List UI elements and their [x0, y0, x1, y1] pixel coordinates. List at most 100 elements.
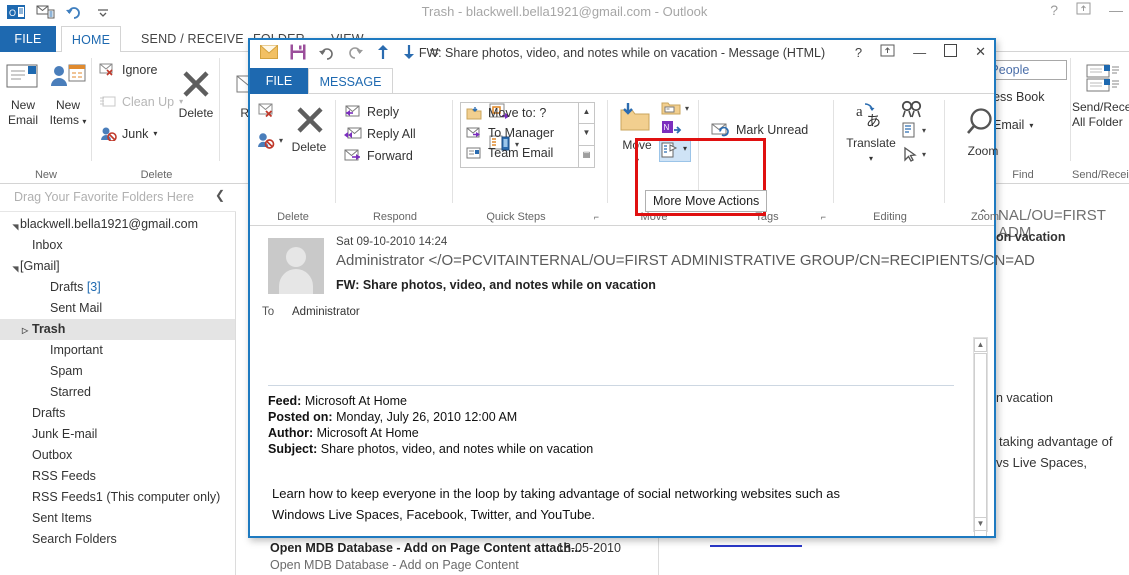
- quicksteps-scroll-up-icon[interactable]: ▲: [579, 103, 594, 125]
- move-to-folder-icon: [466, 107, 482, 120]
- message-header: Sat 09-10-2010 14:24 Administrator </O=P…: [250, 226, 1035, 333]
- body-feed-value: Microsoft At Home: [304, 394, 407, 408]
- new-items-label-2: Items ▾: [49, 113, 87, 127]
- related-icon[interactable]: ▾: [901, 122, 926, 139]
- ribbon-display-options-icon[interactable]: [1076, 2, 1091, 18]
- message-date: Sat 09-10-2010 14:24: [336, 236, 448, 248]
- nav-item-trash[interactable]: ▷ Trash: [0, 319, 235, 340]
- scroll-up-icon[interactable]: ▲: [974, 338, 987, 352]
- rules-icon[interactable]: ▾: [661, 100, 689, 116]
- nav-item-search-folders[interactable]: Search Folders: [0, 529, 235, 550]
- tab-send-receive[interactable]: SEND / RECEIVE: [128, 26, 257, 52]
- new-email-button[interactable]: New Email: [2, 60, 44, 128]
- reply-button[interactable]: Reply: [343, 104, 399, 119]
- tags-dialog-launcher-icon[interactable]: ⌐: [821, 212, 826, 222]
- message-tab-file[interactable]: FILE: [250, 68, 308, 94]
- nav-item-label: Starred: [50, 385, 91, 399]
- nav-item-blackwell-bella1921-gmail-com[interactable]: ◢blackwell.bella1921@gmail.com: [0, 214, 235, 235]
- ribbon-display-options-icon[interactable]: [880, 44, 895, 60]
- scroll-thumb[interactable]: [974, 353, 987, 536]
- quicksteps-more-icon[interactable]: ▤: [579, 146, 594, 167]
- quickstep-team-email[interactable]: Team Email: [461, 143, 578, 163]
- quicksteps-scroll-down-icon[interactable]: ▼: [579, 124, 594, 146]
- close-icon[interactable]: ✕: [975, 44, 986, 60]
- translate-button[interactable]: aあ Translate ▾: [843, 100, 899, 166]
- maximize-icon[interactable]: [944, 44, 958, 60]
- body-posted-row: Posted on: Monday, July 26, 2010 12:00 A…: [268, 410, 517, 424]
- body-feed-label: Feed:: [268, 394, 302, 408]
- nav-item-spam[interactable]: Spam: [0, 361, 235, 382]
- quickstep-move-to[interactable]: Move to: ?: [461, 103, 578, 123]
- minimize-icon[interactable]: —: [1109, 2, 1123, 18]
- nav-item-drafts[interactable]: Drafts [3]: [0, 277, 235, 298]
- nav-item-sent-mail[interactable]: Sent Mail: [0, 298, 235, 319]
- find-icon[interactable]: [901, 100, 923, 123]
- nav-item-important[interactable]: Important: [0, 340, 235, 361]
- msg-delete-button[interactable]: Delete: [283, 104, 335, 155]
- ignore-button[interactable]: Ignore: [99, 62, 157, 77]
- minimize-icon[interactable]: —: [913, 45, 926, 60]
- chevron-down-icon[interactable]: ◢: [5, 221, 26, 230]
- nav-item-drafts[interactable]: Drafts: [0, 403, 235, 424]
- to-label: To: [262, 306, 275, 318]
- to-value[interactable]: Administrator: [292, 306, 360, 318]
- nav-item-label: Sent Items: [32, 511, 92, 525]
- nav-item-junk-e-mail[interactable]: Junk E-mail: [0, 424, 235, 445]
- nav-item-label: Sent Mail: [50, 301, 103, 315]
- collapse-pane-icon[interactable]: ❮: [215, 188, 225, 202]
- mark-unread-label: Mark Unread: [736, 123, 809, 137]
- select-icon[interactable]: ▾: [901, 146, 926, 163]
- nav-item-rss-feeds1-this-computer-only[interactable]: RSS Feeds1 (This computer only): [0, 487, 235, 508]
- msg-group-label-quicksteps: Quick Steps: [486, 211, 546, 223]
- nav-item-outbox[interactable]: Outbox: [0, 445, 235, 466]
- reply-all-button[interactable]: Reply All: [343, 126, 416, 141]
- reply-label: Reply: [367, 104, 399, 119]
- navigation-pane: ◢blackwell.bella1921@gmail.com Inbox ◢[Gma…: [0, 212, 236, 575]
- junk-icon[interactable]: ▾: [256, 132, 283, 149]
- nav-item-sent-items[interactable]: Sent Items: [0, 508, 235, 529]
- nav-item-label: Drafts: [50, 280, 84, 294]
- junk-button[interactable]: Junk ▾: [99, 126, 157, 141]
- collapse-ribbon-icon[interactable]: ⌃: [978, 207, 988, 221]
- chevron-down-icon[interactable]: ◢: [5, 263, 26, 272]
- favorites-bar[interactable]: Drag Your Favorite Folders Here: [0, 184, 236, 212]
- message-subject: FW: Share photos, video, and notes while…: [336, 278, 656, 292]
- list-item-subject[interactable]: Open MDB Database - Add on Page Content …: [270, 541, 581, 555]
- reading-pane-link-underline[interactable]: [710, 545, 802, 547]
- message-ribbon-tabs: FILE MESSAGE: [250, 68, 994, 95]
- message-tab-message[interactable]: MESSAGE: [308, 68, 393, 95]
- new-items-button[interactable]: New Items ▾: [45, 60, 91, 129]
- message-body: Feed: Microsoft At Home Posted on: Monda…: [250, 333, 994, 536]
- mark-unread-button[interactable]: Mark Unread: [710, 122, 808, 138]
- delete-button[interactable]: Delete: [173, 68, 219, 121]
- msg-group-label-delete: Delete: [277, 211, 309, 223]
- send-receive-all-folders-button[interactable]: Send/Recei All Folder: [1072, 62, 1129, 130]
- quick-steps-gallery[interactable]: Move to: ? To Manager Team Email ▲ ▼ ▤: [460, 102, 595, 168]
- msg-group-label-editing: Editing: [873, 211, 907, 223]
- help-icon[interactable]: ?: [855, 45, 862, 60]
- nav-item-inbox[interactable]: Inbox: [0, 235, 235, 256]
- quicksteps-dialog-launcher-icon[interactable]: ⌐: [594, 212, 599, 222]
- quick-steps-scroll[interactable]: ▲ ▼ ▤: [578, 103, 594, 167]
- tab-file[interactable]: FILE: [0, 26, 56, 52]
- main-title-bar: O Trash - blackwell.bella1921@gmail.com …: [0, 0, 1129, 26]
- nav-item-label: Important: [50, 343, 103, 357]
- message-body-scrollbar[interactable]: ▲ ▼: [973, 337, 988, 536]
- translate-dropdown-icon[interactable]: ▾: [843, 151, 899, 166]
- list-item-preview: Open MDB Database - Add on Page Content: [270, 558, 519, 572]
- clean-up-button[interactable]: Clean Up ▾: [99, 94, 183, 109]
- quickstep-to-manager[interactable]: To Manager: [461, 123, 578, 143]
- help-icon[interactable]: ?: [1050, 2, 1058, 18]
- forward-button[interactable]: Forward: [343, 148, 413, 163]
- svg-text:N: N: [664, 123, 670, 132]
- nav-item-gmail[interactable]: ◢[Gmail]: [0, 256, 235, 277]
- zoom-button[interactable]: Zoom: [954, 106, 1012, 159]
- outlook-screen: O Trash - blackwell.bella1921@gmail.com …: [0, 0, 1129, 575]
- scroll-down-icon[interactable]: ▼: [974, 517, 987, 531]
- nav-item-rss-feeds[interactable]: RSS Feeds: [0, 466, 235, 487]
- body-posted-value: Monday, July 26, 2010 12:00 AM: [336, 410, 518, 424]
- chevron-right-icon[interactable]: ▷: [22, 320, 32, 341]
- ignore-icon[interactable]: [258, 102, 278, 124]
- tab-home[interactable]: HOME: [61, 26, 121, 53]
- nav-item-starred[interactable]: Starred: [0, 382, 235, 403]
